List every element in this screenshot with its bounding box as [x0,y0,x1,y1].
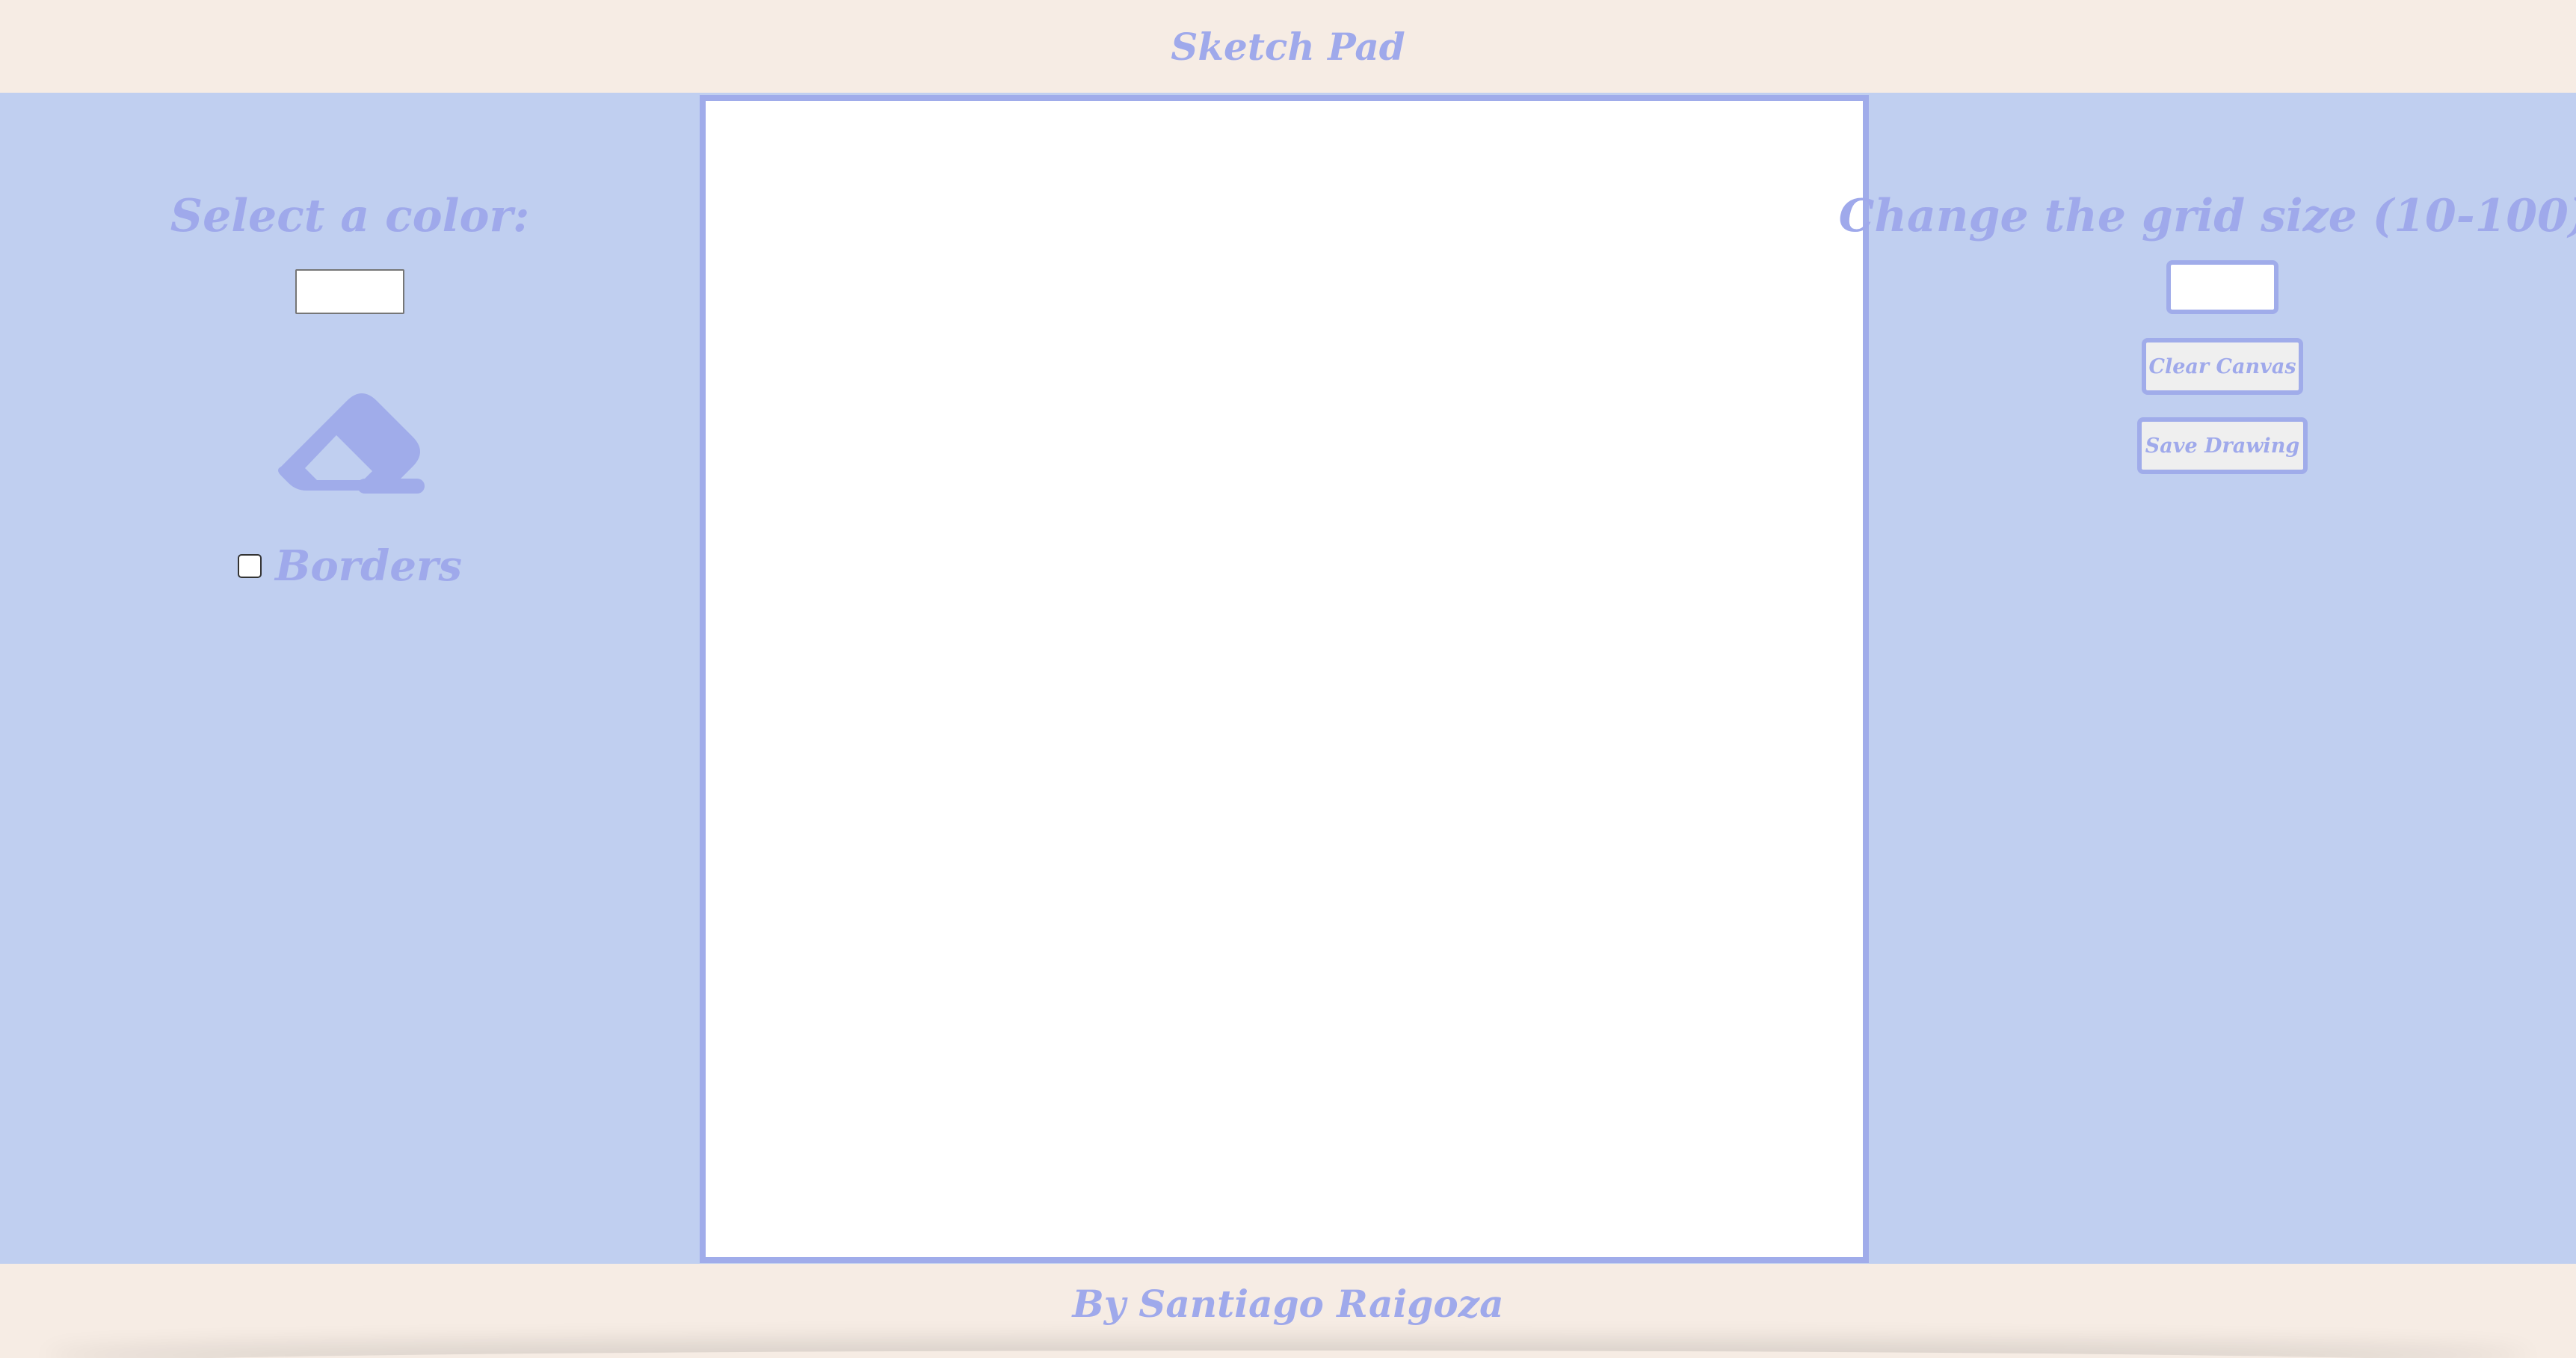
app-title: Sketch Pad [1171,24,1405,69]
save-drawing-button[interactable]: Save Drawing [2137,417,2308,474]
author-credit: By Santiago Raigoza [1072,1281,1504,1326]
tools-panel: Select a color: Borders [0,93,700,1264]
main-area: Select a color: Borders Change the grid … [0,93,2576,1264]
page-footer: By Santiago Raigoza [0,1264,2576,1358]
drawing-canvas[interactable] [700,95,1869,1263]
borders-label: Borders [274,541,462,591]
page-header: Sketch Pad [0,0,2576,93]
settings-panel: Change the grid size (10-100): Clear Can… [1839,93,2576,1264]
eraser-icon[interactable] [275,363,425,497]
borders-checkbox[interactable] [237,554,262,578]
clear-canvas-button[interactable]: Clear Canvas [2142,338,2303,395]
borders-toggle-row: Borders [237,541,462,591]
color-picker-input[interactable] [295,269,404,314]
grid-size-heading: Change the grid size (10-100): [1838,190,2576,242]
grid-size-input[interactable] [2166,260,2278,314]
color-heading: Select a color: [170,190,530,242]
